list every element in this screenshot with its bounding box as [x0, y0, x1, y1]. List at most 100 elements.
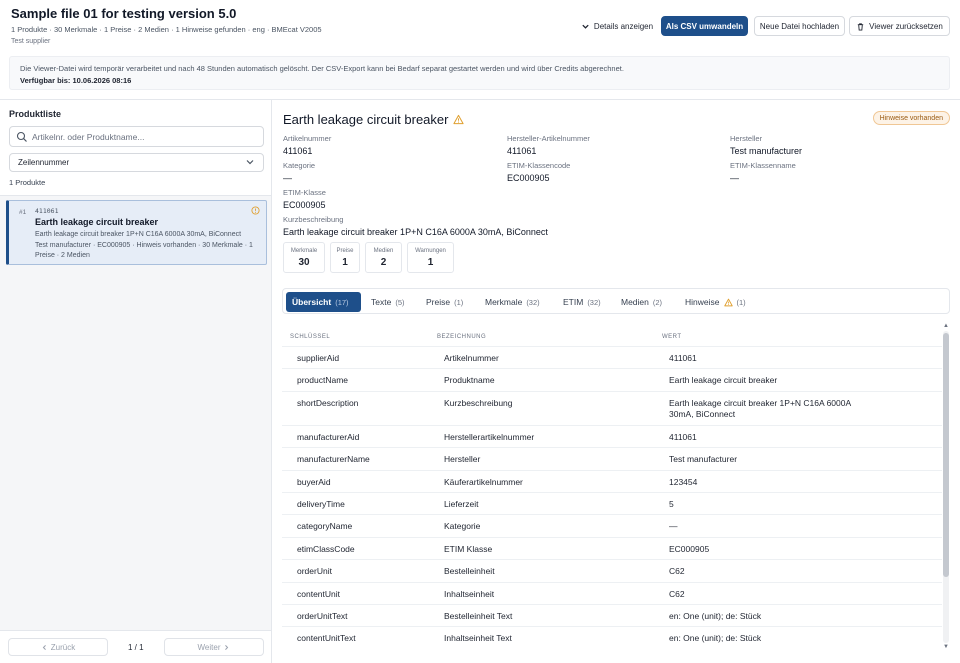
field-kurzbeschreibung: Kurzbeschreibung Earth leakage circuit b… [283, 215, 548, 237]
cell-key: categoryName [297, 521, 353, 532]
cell-key: productName [297, 375, 349, 386]
tab-count: (1) [736, 297, 746, 307]
table-row: productName Produktname Earth leakage circ… [282, 368, 942, 390]
column-header-key: SCHLÜSSEL [290, 334, 331, 340]
product-card[interactable]: #1 411061 Earth leakage circuit breaker … [6, 200, 267, 265]
sort-select-value: Zeilennummer [18, 158, 70, 167]
tab-count: (1) [454, 297, 464, 307]
product-meta: Test manufacturer · EC000905 · Hinweis v… [35, 242, 253, 259]
next-page-button[interactable]: Weiter [164, 638, 264, 656]
tab-etim[interactable]: ETIM (32) [557, 292, 607, 312]
scroll-thumb[interactable] [943, 333, 949, 577]
table-row: shortDescription Kurzbeschreibung Earth le… [282, 390, 942, 425]
app-header: Sample file 01 for testing version 5.0 1… [0, 0, 960, 100]
table-scrollbar[interactable]: ▲ ▼ [942, 323, 950, 651]
cell-key: contentUnit [297, 588, 340, 599]
reset-viewer-button[interactable]: Viewer zurücksetzen [849, 16, 950, 36]
details-button-label: Details anzeigen [593, 21, 654, 31]
overview-table: SCHLÜSSEL BEZEICHNUNG WERT supplierAid Ar… [282, 329, 942, 651]
stat-warnungen: Warnungen 1 [407, 242, 454, 273]
prev-page-button[interactable]: Zurück [8, 638, 108, 656]
table-row: etimClassCode ETIM Klasse EC000905 [282, 536, 942, 559]
field-etim-klassencode: ETIM-Klassencode EC000905 [507, 161, 570, 183]
retention-notice: Die Viewer-Datei wird temporär verarbeit… [9, 56, 950, 90]
field-label: Artikelnummer [283, 134, 332, 143]
cell-key: manufacturerName [297, 454, 370, 465]
field-value: — [730, 173, 739, 183]
cell-label: Inhaltseinheit [444, 588, 495, 599]
field-value: EC000905 [283, 200, 326, 210]
product-count: 1 Produkte [9, 178, 46, 187]
detail-title-text: Earth leakage circuit breaker [283, 112, 449, 127]
tab-texte[interactable]: Texte (5) [365, 292, 411, 312]
tab-count: (2) [652, 297, 663, 307]
table-row: manufacturerAid Herstellerartikelnummer 41… [282, 424, 942, 447]
tab-uebersicht[interactable]: Übersicht (17) [286, 292, 361, 312]
stat-preise: Preise 1 [330, 242, 360, 273]
cell-label: Bestelleinheit Text [444, 611, 513, 621]
table-row: deliveryTime Lieferzeit 5 [282, 492, 942, 514]
search-input[interactable] [32, 130, 257, 144]
page-indicator: 1 / 1 [128, 643, 144, 652]
tab-label: Übersicht [292, 297, 332, 307]
product-search[interactable] [9, 126, 264, 147]
column-header-value: WERT [662, 334, 682, 340]
tab-preise[interactable]: Preise (1) [420, 292, 469, 312]
cell-value: Earth leakage circuit breaker 1P+N C16A … [669, 397, 851, 419]
field-label: ETIM-Klassenname [730, 161, 796, 170]
tab-hinweise[interactable]: Hinweise (1) [679, 292, 752, 312]
cell-label: Lieferzeit [444, 499, 479, 509]
product-list-header: Produktliste Zeilennummer 1 Produkte [0, 100, 271, 196]
sort-select[interactable]: Zeilennummer [9, 153, 264, 172]
csv-convert-button[interactable]: Als CSV umwandeln [661, 16, 748, 36]
cell-key: manufacturerAid [297, 431, 360, 442]
product-list-panel: Produktliste Zeilennummer 1 Produkte #1 … [0, 100, 272, 663]
field-label: Hersteller-Artikelnummer [507, 134, 590, 143]
scroll-up-arrow[interactable]: ▲ [942, 323, 950, 329]
field-value: — [283, 173, 292, 183]
page-title: Sample file 01 for testing version 5.0 [11, 6, 237, 21]
product-name: Earth leakage circuit breaker [35, 217, 159, 227]
product-row-number: #1 [19, 209, 27, 216]
tab-count: (32) [526, 297, 540, 307]
stat-merkmale: Merkmale 30 [283, 242, 325, 273]
stat-medien: Medien 2 [365, 242, 402, 273]
cell-key: etimClassCode [297, 543, 355, 554]
field-etim-klasse: ETIM-Klasse EC000905 [283, 188, 326, 210]
cell-value: 123454 [669, 476, 698, 487]
stat-label: Medien [373, 248, 394, 254]
stat-label: Preise [336, 248, 354, 254]
field-value: 411061 [507, 146, 537, 156]
field-hersteller-artikelnummer: Hersteller-Artikelnummer 411061 [507, 134, 590, 156]
table-row: supplierAid Artikelnummer 411061 [282, 346, 942, 368]
product-description: Earth leakage circuit breaker 1P+N C16A … [35, 231, 242, 238]
field-label: Kurzbeschreibung [283, 215, 344, 224]
stat-label: Merkmale [290, 248, 318, 254]
warning-triangle-icon [453, 114, 465, 125]
cell-label: Artikelnummer [444, 353, 499, 363]
tab-label: Medien [621, 297, 649, 307]
search-icon [16, 131, 27, 142]
cell-key: orderUnit [297, 566, 332, 577]
tab-count: (17) [335, 297, 349, 307]
cell-value: C62 [669, 566, 685, 577]
field-label: ETIM-Klasse [283, 188, 326, 197]
tab-medien[interactable]: Medien (2) [615, 292, 668, 312]
column-header-label: BEZEICHNUNG [437, 334, 487, 340]
scroll-down-arrow[interactable]: ▼ [942, 644, 950, 650]
tab-label: Preise [426, 297, 451, 307]
cell-key: buyerAid [297, 476, 331, 487]
pagination: Zurück 1 / 1 Weiter [0, 630, 271, 663]
file-summary: 1 Produkte · 30 Merkmale · 1 Preise · 2 … [11, 25, 322, 34]
reset-label: Viewer zurücksetzen [869, 21, 943, 31]
supplier-name: Test supplier [11, 38, 51, 45]
tab-merkmale[interactable]: Merkmale (32) [479, 292, 546, 312]
upload-new-file-button[interactable]: Neue Datei hochladen [754, 16, 845, 36]
details-button[interactable]: Details anzeigen [578, 16, 656, 36]
cell-key: orderUnitText [297, 611, 348, 621]
cell-value: 411061 [669, 431, 697, 442]
cell-label: Bestelleinheit [444, 566, 495, 577]
csv-convert-label: Als CSV umwandeln [665, 21, 744, 31]
table-row: contentUnitText Inhaltseinheit Text en: On… [282, 626, 942, 648]
cell-value: 5 [669, 499, 674, 509]
